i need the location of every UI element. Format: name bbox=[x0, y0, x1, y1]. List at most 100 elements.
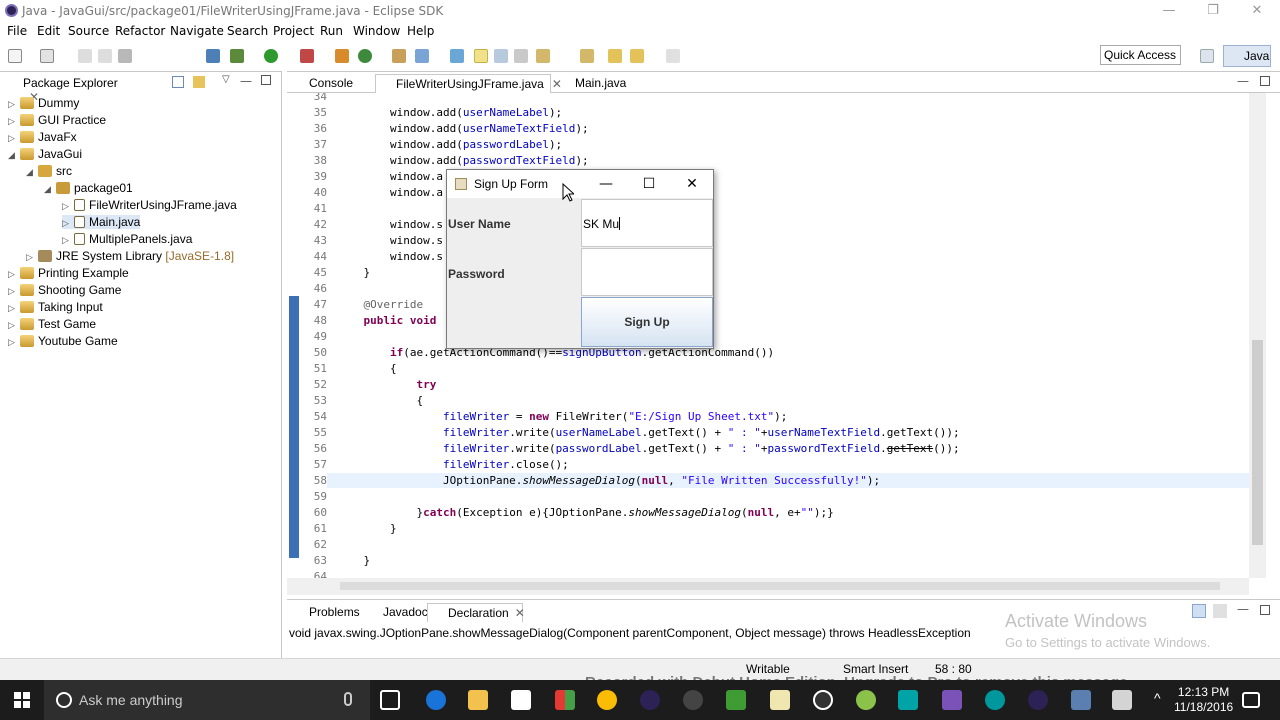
open-type-icon[interactable] bbox=[392, 49, 406, 63]
menu-run[interactable]: Run bbox=[320, 24, 343, 38]
dialog-titlebar[interactable]: Sign Up Form — ☐ ✕ bbox=[447, 170, 713, 198]
external-tools-icon[interactable] bbox=[300, 49, 314, 63]
run-icon[interactable] bbox=[264, 49, 278, 63]
task-view-icon[interactable] bbox=[380, 690, 400, 710]
menu-refactor[interactable]: Refactor bbox=[115, 24, 165, 38]
expand-icon[interactable]: ▷ bbox=[62, 235, 72, 246]
tree-item-gui-practice[interactable]: ▷ GUI Practice bbox=[8, 113, 106, 127]
edge-browser-icon[interactable] bbox=[426, 690, 446, 710]
expand-icon[interactable]: ▷ bbox=[8, 99, 18, 110]
visual-studio-icon[interactable] bbox=[942, 690, 962, 710]
username-input[interactable]: SK Mu bbox=[581, 199, 713, 247]
block-selection-icon[interactable] bbox=[494, 49, 508, 63]
collapse-icon[interactable]: ◢ bbox=[44, 184, 54, 195]
minimize-view-icon[interactable]: — bbox=[240, 74, 252, 88]
open-declaration-icon[interactable] bbox=[1213, 604, 1227, 618]
collapse-icon[interactable]: ◢ bbox=[26, 167, 36, 178]
view-menu-icon[interactable]: ▽ bbox=[222, 74, 230, 85]
arduino-icon[interactable] bbox=[985, 690, 1005, 710]
tree-item-javagui[interactable]: ◢ JavaGui bbox=[8, 147, 82, 161]
print-icon-2[interactable] bbox=[118, 49, 132, 63]
menu-source[interactable]: Source bbox=[68, 24, 109, 38]
plus-app-icon[interactable] bbox=[856, 690, 876, 710]
dialog-minimize-button[interactable]: — bbox=[593, 174, 619, 194]
tree-item-jre[interactable]: ▷ JRE System Library [JavaSE-1.8] bbox=[26, 249, 234, 263]
forward-icon[interactable] bbox=[666, 49, 680, 63]
new-icon[interactable] bbox=[8, 49, 22, 63]
collapse-icon[interactable]: ◢ bbox=[8, 150, 18, 161]
expand-icon[interactable]: ▷ bbox=[62, 201, 72, 212]
maximize-editor-icon[interactable] bbox=[1260, 76, 1270, 86]
menu-search[interactable]: Search bbox=[227, 24, 268, 38]
tree-item-dummy[interactable]: ▷ Dummy bbox=[8, 96, 79, 110]
dialog-close-button[interactable]: ✕ bbox=[679, 174, 705, 194]
tab-declaration[interactable]: Declaration ✕ bbox=[427, 603, 525, 622]
settings-gear-icon[interactable] bbox=[683, 690, 703, 710]
package-explorer-tab[interactable]: Package Explorer ✕ bbox=[3, 74, 128, 104]
windows-start-icon[interactable] bbox=[14, 692, 30, 708]
minimize-editor-icon[interactable]: — bbox=[1237, 74, 1249, 88]
tree-item-main[interactable]: ▷ Main.java bbox=[62, 215, 141, 229]
expand-icon[interactable]: ▷ bbox=[8, 269, 18, 280]
expand-icon[interactable]: ▷ bbox=[8, 286, 18, 297]
tab-main[interactable]: Main.java bbox=[555, 74, 635, 93]
tree-item-package01[interactable]: ◢ package01 bbox=[44, 181, 133, 195]
tab-filewriter[interactable]: FileWriterUsingJFrame.java ✕ bbox=[375, 74, 562, 93]
menu-help[interactable]: Help bbox=[407, 24, 434, 38]
maximize-panel-icon[interactable] bbox=[1260, 605, 1270, 615]
collapse-all-icon[interactable] bbox=[172, 76, 184, 88]
expand-icon[interactable]: ▷ bbox=[8, 116, 18, 127]
restore-button[interactable]: ❐ bbox=[1198, 2, 1228, 20]
expand-icon[interactable]: ▷ bbox=[8, 303, 18, 314]
tab-javadoc[interactable]: Javadoc bbox=[363, 603, 428, 622]
last-edit-icon[interactable] bbox=[608, 49, 622, 63]
prev-edit-icon[interactable] bbox=[580, 49, 594, 63]
save-all-icon[interactable] bbox=[78, 49, 92, 63]
show-whitespace-icon[interactable] bbox=[514, 49, 528, 63]
vertical-scroll-thumb[interactable] bbox=[1252, 340, 1263, 545]
tree-item-taking-input[interactable]: ▷ Taking Input bbox=[8, 300, 103, 314]
expand-icon[interactable]: ▷ bbox=[62, 218, 72, 229]
link-editor-icon[interactable] bbox=[193, 76, 205, 88]
running-app-icon[interactable] bbox=[1112, 690, 1132, 710]
chrome-icon[interactable] bbox=[597, 690, 617, 710]
back-icon[interactable] bbox=[630, 49, 644, 63]
expand-icon[interactable]: ▷ bbox=[8, 337, 18, 348]
close-button[interactable]: ✕ bbox=[1242, 2, 1272, 20]
eclipse-taskbar-icon-2[interactable] bbox=[1028, 690, 1048, 710]
tree-item-filewriter[interactable]: ▷ FileWriterUsingJFrame.java bbox=[62, 198, 237, 212]
link-with-editor-icon[interactable] bbox=[1192, 604, 1206, 618]
notification-center-icon[interactable] bbox=[1242, 692, 1260, 708]
tree-item-multiplepanels[interactable]: ▷ MultiplePanels.java bbox=[62, 232, 192, 246]
tab-problems[interactable]: Problems bbox=[289, 603, 360, 622]
menu-project[interactable]: Project bbox=[273, 24, 314, 38]
mark-occurrences-icon[interactable] bbox=[474, 49, 488, 63]
java-perspective-button[interactable]: Java bbox=[1223, 45, 1271, 67]
debug-icon[interactable] bbox=[230, 49, 244, 63]
expand-icon[interactable]: ▷ bbox=[26, 252, 36, 263]
minimize-panel-icon[interactable]: — bbox=[1237, 602, 1249, 616]
cortana-search-box[interactable]: Ask me anything bbox=[44, 680, 370, 720]
next-edit-icon[interactable] bbox=[536, 49, 550, 63]
menu-navigate[interactable]: Navigate bbox=[170, 24, 224, 38]
tray-chevron-icon[interactable]: ^ bbox=[1154, 690, 1161, 706]
tab-console[interactable]: Console bbox=[289, 74, 371, 93]
expand-icon[interactable]: ▷ bbox=[8, 133, 18, 144]
xbox-icon[interactable] bbox=[726, 690, 746, 710]
code-editor[interactable]: 34 35 36 37 38 39 40 41 42 43 44 45 46 4… bbox=[287, 93, 1249, 578]
maximize-view-icon[interactable] bbox=[261, 75, 271, 85]
expand-icon[interactable]: ▷ bbox=[8, 320, 18, 331]
quick-access-field[interactable]: Quick Access bbox=[1100, 45, 1181, 65]
horizontal-scroll-thumb[interactable] bbox=[340, 582, 1220, 590]
skip-breakpoints-icon[interactable] bbox=[206, 49, 220, 63]
java-app-icon[interactable] bbox=[1071, 690, 1091, 710]
next-annotation-icon[interactable] bbox=[450, 49, 464, 63]
tree-item-shooting[interactable]: ▷ Shooting Game bbox=[8, 283, 121, 297]
tree-item-javafx[interactable]: ▷ JavaFx bbox=[8, 130, 77, 144]
eclipse-taskbar-icon[interactable] bbox=[640, 690, 660, 710]
app-grid-icon[interactable] bbox=[555, 690, 575, 710]
notepad-icon[interactable] bbox=[770, 690, 790, 710]
file-explorer-icon[interactable] bbox=[468, 690, 488, 710]
new-java-project-icon[interactable] bbox=[335, 49, 349, 63]
system-clock[interactable]: 12:13 PM 11/18/2016 bbox=[1174, 685, 1233, 715]
